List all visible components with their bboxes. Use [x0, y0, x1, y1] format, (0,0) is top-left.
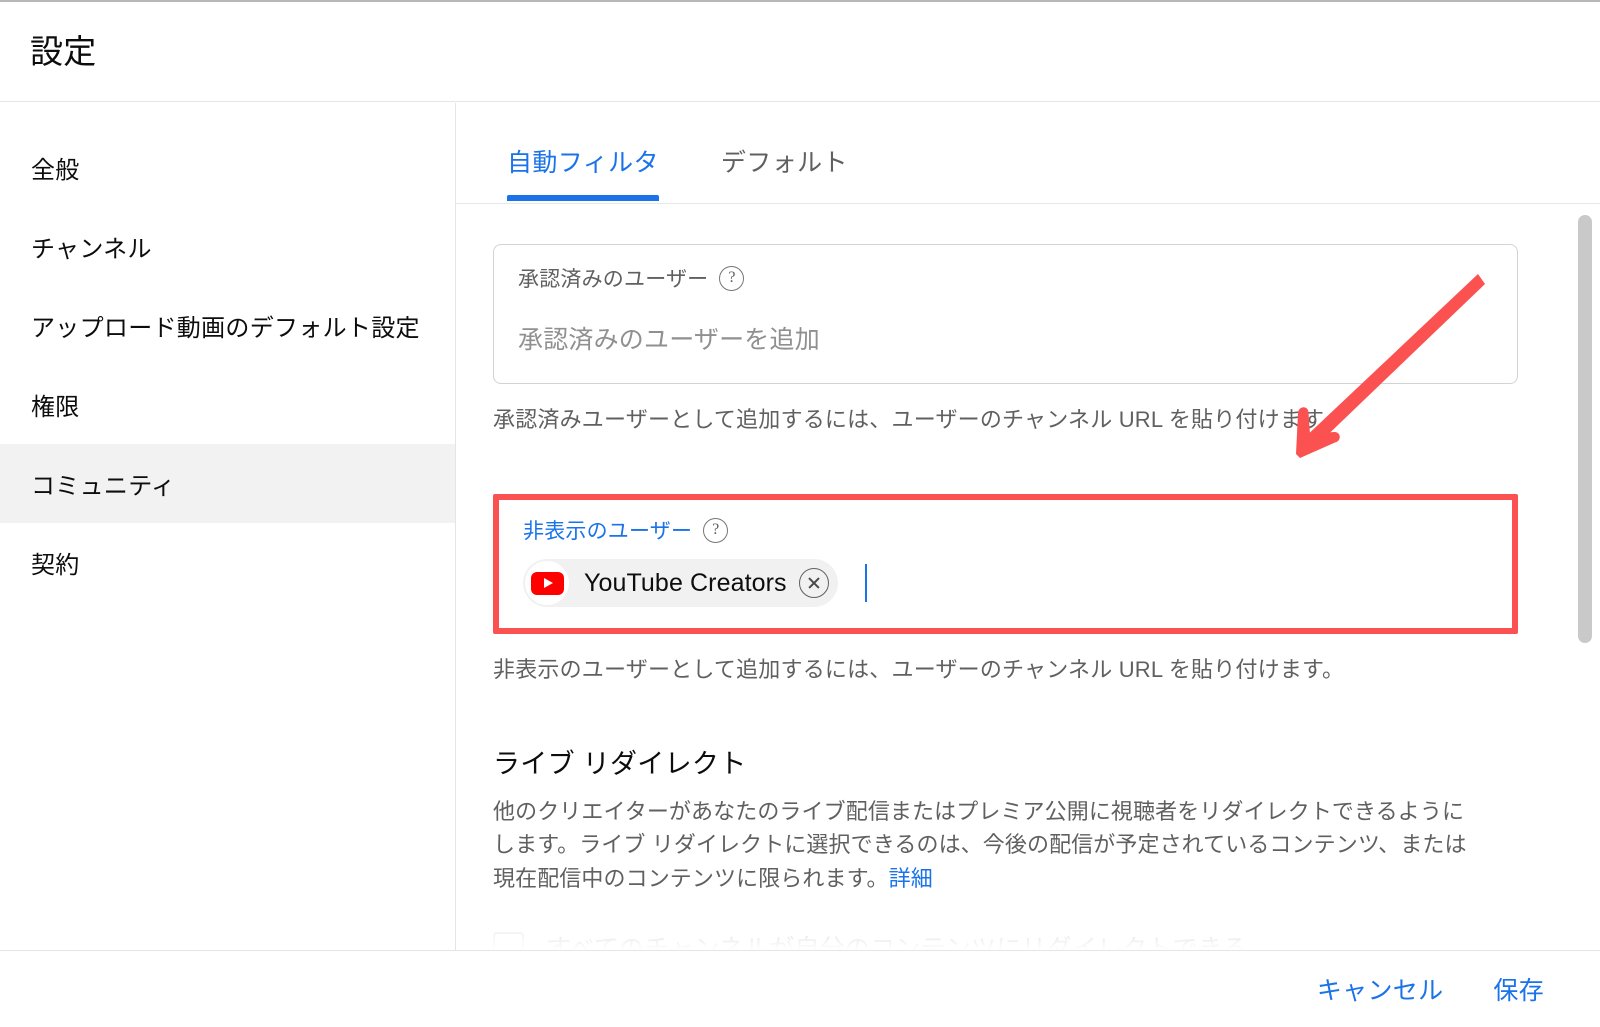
hidden-users-input[interactable]: 非表示のユーザー ? YouTube Creators — [499, 500, 1512, 628]
checkbox-row-all-channels[interactable]: すべてのチャンネルが自分のコンテンツにリダイレクトできる — [493, 929, 1518, 950]
scrollbar-thumb[interactable] — [1578, 215, 1592, 643]
checkbox-label: すべてのチャンネルが自分のコンテンツにリダイレクトできる — [546, 935, 1248, 950]
sidebar-item-permissions[interactable]: 権限 — [0, 365, 455, 444]
settings-scroll-area[interactable]: 承認済みのユーザー ? 承認済みのユーザーを追加 承認済みユーザーとして追加する… — [456, 204, 1600, 950]
hidden-users-block: 非表示のユーザー ? YouTube Creators 非表示のユーザーとして追… — [493, 494, 1518, 684]
approved-users-input[interactable]: 承認済みのユーザー ? 承認済みのユーザーを追加 — [493, 244, 1518, 384]
approved-users-label-row: 承認済みのユーザー ? — [518, 265, 1493, 291]
save-button[interactable]: 保存 — [1475, 961, 1562, 1017]
help-circle-icon[interactable]: ? — [719, 265, 745, 291]
sidebar-item-general[interactable]: 全般 — [0, 128, 455, 207]
tab-automated-filters[interactable]: 自動フィルタ — [507, 143, 659, 201]
text-cursor — [864, 564, 867, 602]
approved-users-placeholder: 承認済みのユーザーを追加 — [518, 326, 820, 354]
scrollbar-track[interactable] — [1578, 103, 1592, 950]
learn-more-link[interactable]: 詳細 — [889, 866, 933, 891]
live-redirect-title: ライブ リダイレクト — [493, 749, 747, 779]
tab-label: 自動フィルタ — [507, 149, 659, 177]
sidebar-item-community[interactable]: コミュニティ — [0, 444, 455, 523]
user-chip[interactable]: YouTube Creators — [523, 559, 838, 607]
checkbox-all-channels[interactable] — [493, 931, 524, 950]
sidebar-item-label: アップロード動画のデフォルト設定 — [31, 315, 420, 342]
cancel-button[interactable]: キャンセル — [1299, 961, 1462, 1017]
tab-defaults[interactable]: デフォルト — [721, 143, 848, 201]
page-title: 設定 — [30, 33, 97, 70]
settings-dialog: 設定 全般 チャンネル アップロード動画のデフォルト設定 権限 コミュニティ 契… — [0, 0, 1600, 1027]
chip-label: YouTube Creators — [584, 568, 787, 597]
sidebar-item-channel[interactable]: チャンネル — [0, 207, 455, 286]
sidebar-item-label: 権限 — [31, 394, 80, 421]
live-redirect-description-text: 他のクリエイターがあなたのライブ配信またはプレミア公開に視聴者をリダイレクトでき… — [493, 799, 1467, 891]
youtube-logo-icon — [525, 561, 569, 605]
approved-users-hint: 承認済みユーザーとして追加するには、ユーザーのチャンネル URL を貼り付けます… — [493, 407, 1345, 432]
sidebar-item-agreements[interactable]: 契約 — [0, 523, 455, 602]
dialog-footer: キャンセル 保存 — [0, 950, 1600, 1027]
settings-content: 自動フィルタ デフォルト 承認済みのユーザー ? 承認済みのユーザーを追加 承認… — [456, 103, 1600, 950]
live-redirect-description: 他のクリエイターがあなたのライブ配信またはプレミア公開に視聴者をリダイレクトでき… — [493, 795, 1483, 895]
sidebar-item-label: 契約 — [31, 552, 80, 579]
hidden-users-highlight-box: 非表示のユーザー ? YouTube Creators — [493, 494, 1518, 634]
dialog-header: 設定 — [0, 2, 1600, 102]
dialog-body: 全般 チャンネル アップロード動画のデフォルト設定 権限 コミュニティ 契約 自 — [0, 103, 1600, 950]
tab-label: デフォルト — [720, 149, 848, 177]
hidden-users-chip-row: YouTube Creators — [523, 559, 1488, 607]
close-circle-icon[interactable] — [798, 568, 829, 598]
help-circle-icon[interactable]: ? — [703, 517, 729, 543]
hidden-users-label-row: 非表示のユーザー ? — [523, 517, 1488, 543]
sidebar-item-upload-defaults[interactable]: アップロード動画のデフォルト設定 — [0, 286, 455, 365]
settings-sidebar: 全般 チャンネル アップロード動画のデフォルト設定 権限 コミュニティ 契約 — [0, 103, 456, 950]
sidebar-item-label: 全般 — [31, 157, 80, 184]
hidden-users-hint: 非表示のユーザーとして追加するには、ユーザーのチャンネル URL を貼り付けます… — [493, 657, 1345, 682]
tab-bar: 自動フィルタ デフォルト — [456, 103, 1600, 204]
sidebar-item-label: コミュニティ — [31, 473, 176, 500]
approved-users-label: 承認済みのユーザー — [518, 268, 709, 291]
sidebar-item-label: チャンネル — [31, 236, 152, 263]
hidden-users-label: 非表示のユーザー — [523, 520, 693, 543]
live-redirect-section: ライブ リダイレクト 他のクリエイターがあなたのライブ配信またはプレミア公開に視… — [493, 742, 1518, 950]
approved-users-block: 承認済みのユーザー ? 承認済みのユーザーを追加 承認済みユーザーとして追加する… — [493, 244, 1518, 434]
